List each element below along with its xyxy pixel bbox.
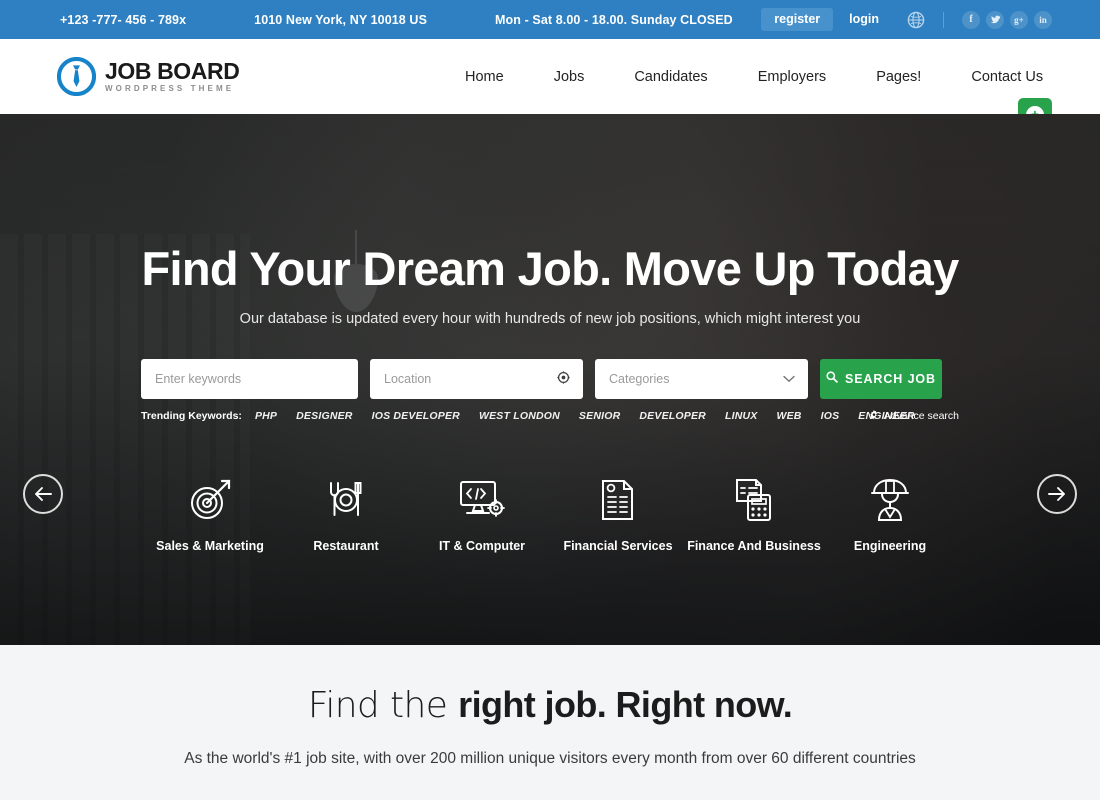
keywords-input[interactable]: Enter keywords (141, 358, 358, 399)
login-link[interactable]: login (841, 8, 887, 31)
globe-icon[interactable] (907, 11, 925, 29)
hero-banner: Find Your Dream Job. Move Up Today Our d… (0, 114, 1100, 645)
location-input[interactable]: Location (370, 358, 583, 399)
category-label: Financial Services (563, 538, 673, 553)
google-plus-icon[interactable]: g+ (1010, 10, 1028, 29)
carousel-prev-button[interactable] (23, 474, 63, 514)
hero-title: Find Your Dream Job. Move Up Today (141, 242, 959, 295)
invoice-calculator-icon (686, 474, 822, 526)
category-engineering[interactable]: Engineering (822, 474, 958, 555)
contact-phone: +123 -777- 456 - 789x (60, 12, 187, 27)
top-bar: +123 -777- 456 - 789x 1010 New York, NY … (0, 0, 1100, 39)
nav-item-jobs[interactable]: Jobs (529, 69, 610, 85)
hardhat-worker-icon (822, 474, 958, 526)
trending-tag[interactable]: DEVELOPER (639, 410, 706, 422)
trending-keywords: Trending Keywords: PHP DESIGNER IOS DEVE… (141, 409, 959, 423)
search-fields-row: Enter keywords Location Categories SEARC… (141, 358, 959, 399)
category-label: IT & Computer (438, 538, 526, 553)
intro-title-bold: right job. Right now. (458, 684, 793, 725)
invoice-document-icon (550, 474, 686, 526)
search-job-button[interactable]: SEARCH JOB (820, 358, 942, 399)
logo-subtitle: WORDPRESS THEME (105, 84, 235, 93)
intro-subtitle: As the world's #1 job site, with over 20… (184, 750, 916, 767)
keywords-placeholder: Enter keywords (155, 371, 242, 386)
page-root: +123 -777- 456 - 789x 1010 New York, NY … (0, 0, 1100, 800)
job-search-form: Enter keywords Location Categories SEARC… (141, 358, 959, 423)
intro-section: Find the right job. Right now. As the wo… (0, 645, 1100, 800)
monitor-code-gear-icon (414, 474, 550, 526)
trending-tag[interactable]: WEB (776, 410, 801, 422)
advance-search-link[interactable]: Advance search (869, 409, 959, 423)
linkedin-icon[interactable]: in (1034, 10, 1052, 29)
facebook-icon[interactable]: f (962, 10, 980, 29)
category-label: Finance And Business (687, 538, 821, 553)
category-label: Engineering (853, 538, 927, 553)
crosshair-locate-icon[interactable] (557, 371, 570, 387)
tie-circle-logo-icon (56, 56, 97, 97)
top-bar-info-group: +123 -777- 456 - 789x 1010 New York, NY … (0, 13, 733, 27)
trending-tag[interactable]: PHP (255, 410, 277, 422)
logo-title: JOB BOARD (105, 58, 240, 84)
trending-tag[interactable]: DESIGNER (296, 410, 352, 422)
logo[interactable]: JOB BOARD WORDPRESS THEME (0, 56, 240, 97)
chevron-down-icon (783, 372, 795, 386)
logo-text: JOB BOARD WORDPRESS THEME (105, 58, 240, 93)
plate-cutlery-icon (278, 474, 414, 526)
nav-item-home[interactable]: Home (440, 69, 529, 85)
category-label: Sales & Marketing (156, 538, 264, 553)
nav-item-contact-us[interactable]: Contact Us (946, 69, 1068, 85)
social-links: f g+ in (962, 10, 1052, 29)
trending-label: Trending Keywords: (141, 409, 242, 422)
categories-placeholder: Categories (609, 371, 670, 386)
trending-tag[interactable]: IOS (821, 410, 840, 422)
nav-item-employers[interactable]: Employers (733, 69, 852, 85)
top-bar-divider (943, 11, 944, 28)
hero-subtitle: Our database is updated every hour with … (239, 310, 861, 327)
site-header: JOB BOARD WORDPRESS THEME Home Jobs Cand… (0, 39, 1100, 132)
register-link[interactable]: register (761, 8, 834, 31)
category-it-computer[interactable]: IT & Computer (414, 474, 550, 555)
hero-content: Find Your Dream Job. Move Up Today Our d… (0, 114, 1100, 555)
arrow-left-icon (35, 487, 52, 501)
category-finance-and-business[interactable]: Finance And Business (686, 474, 822, 555)
advance-search-label: Advance search (883, 410, 959, 423)
trending-tag[interactable]: LINUX (725, 410, 758, 422)
top-bar-actions: register login f g+ in (761, 0, 1052, 39)
nav-item-pages[interactable]: Pages! (851, 69, 946, 85)
carousel-next-button[interactable] (1037, 474, 1077, 514)
trending-tag[interactable]: IOS DEVELOPER (372, 410, 460, 422)
arrow-right-icon (1048, 487, 1065, 501)
target-arrow-icon (142, 474, 278, 526)
category-restaurant[interactable]: Restaurant (278, 474, 414, 555)
contact-address: 1010 New York, NY 10018 US (254, 12, 428, 27)
trending-tag[interactable]: WEST LONDON (479, 410, 560, 422)
categories-select[interactable]: Categories (595, 358, 808, 399)
intro-title-thin: Find the (307, 685, 459, 726)
job-categories: Sales & Marketing Restaurant IT & Comput… (0, 474, 1100, 555)
search-job-label: SEARCH JOB (845, 371, 936, 386)
gear-icon (869, 409, 879, 423)
twitter-icon[interactable] (986, 10, 1004, 29)
category-financial-services[interactable]: Financial Services (550, 474, 686, 555)
trending-tag[interactable]: SENIOR (579, 410, 620, 422)
nav-item-candidates[interactable]: Candidates (609, 69, 732, 85)
main-nav: Home Jobs Candidates Employers Pages! Co… (440, 39, 1068, 114)
search-icon (826, 371, 838, 386)
intro-title: Find the right job. Right now. (0, 684, 1100, 726)
business-hours: Mon - Sat 8.00 - 18.00. Sunday CLOSED (495, 12, 733, 27)
location-placeholder: Location (384, 371, 432, 386)
category-label: Restaurant (313, 538, 379, 553)
category-sales-marketing[interactable]: Sales & Marketing (142, 474, 278, 555)
